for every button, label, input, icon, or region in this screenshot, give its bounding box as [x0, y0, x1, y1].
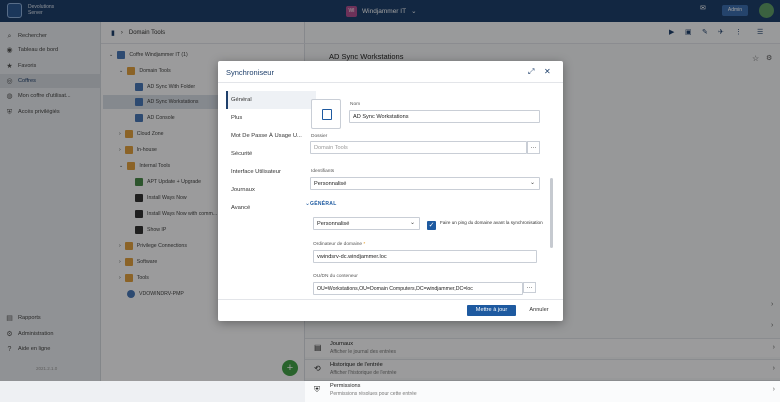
chevron-right-icon: › [772, 386, 775, 393]
update-button[interactable]: Mettre à jour [467, 305, 516, 316]
nav-advanced[interactable]: Avancé [226, 199, 316, 217]
container-dn-field[interactable]: OU=Workstations,OU=Domain Computers,DC=w… [313, 282, 523, 295]
ping-domain-label: Faire un ping du domaine avant la synchr… [440, 220, 543, 225]
nav-security[interactable]: Sécurité [226, 145, 316, 163]
list-item-subtitle: Permissions résolues pour cette entrée [330, 391, 417, 397]
name-field[interactable]: AD Sync Workstations [349, 110, 540, 123]
dialog-title: Synchroniseur [226, 68, 274, 77]
chevron-down-icon: ⌄ [410, 220, 416, 226]
container-browse-button[interactable]: … [523, 282, 536, 293]
dialog-scrollbar[interactable] [550, 178, 553, 248]
folder-label: Dossier [311, 134, 328, 139]
entry-icon-picker[interactable] [311, 99, 341, 129]
domain-computer-field[interactable]: vwindsrv-dc.windjammer.loc [313, 250, 537, 263]
required-marker: * [363, 242, 366, 247]
expand-icon[interactable]: ⤢ [528, 67, 534, 77]
cancel-button[interactable]: Annuler [523, 305, 555, 316]
domain-computer-label: Ordinateur de domaine * [313, 242, 365, 247]
nav-more[interactable]: Plus [226, 109, 316, 127]
mode-select[interactable]: Personnalisé [313, 217, 420, 230]
folder-field[interactable]: Domain Tools [310, 141, 527, 154]
dialog-header: Synchroniseur ⤢ ✕ [218, 61, 563, 83]
permission-icon: ⛨ [314, 385, 320, 394]
list-item[interactable]: ⛨ Permissions Permissions résolues pour … [305, 380, 780, 402]
dialog-footer: Mettre à jour Annuler [218, 299, 563, 321]
folder-browse-button[interactable]: … [527, 141, 540, 154]
credentials-label: Identifiants [311, 169, 335, 174]
name-label: Nom [350, 102, 361, 107]
ping-domain-checkbox[interactable]: ✓ [427, 221, 436, 230]
domain-computer-label-text: Ordinateur de domaine [313, 242, 363, 247]
dialog-nav: Général Plus Mot De Passe À Usage U... S… [226, 91, 316, 217]
section-general-header[interactable]: GÉNÉRAL [310, 201, 337, 207]
chevron-down-icon: ⌄ [530, 180, 536, 186]
credentials-select[interactable]: Personnalisé [310, 177, 540, 190]
close-icon[interactable]: ✕ [544, 67, 551, 76]
nav-otp[interactable]: Mot De Passe À Usage U... [226, 127, 316, 145]
nav-user-interface[interactable]: Interface Utilisateur [226, 163, 316, 181]
container-dn-label: OU/DN du conteneur [313, 274, 358, 279]
list-item-title: Permissions [330, 383, 361, 389]
nav-general[interactable]: Général [226, 91, 316, 109]
sync-icon [322, 109, 332, 120]
nav-logs[interactable]: Journaux [226, 181, 316, 199]
